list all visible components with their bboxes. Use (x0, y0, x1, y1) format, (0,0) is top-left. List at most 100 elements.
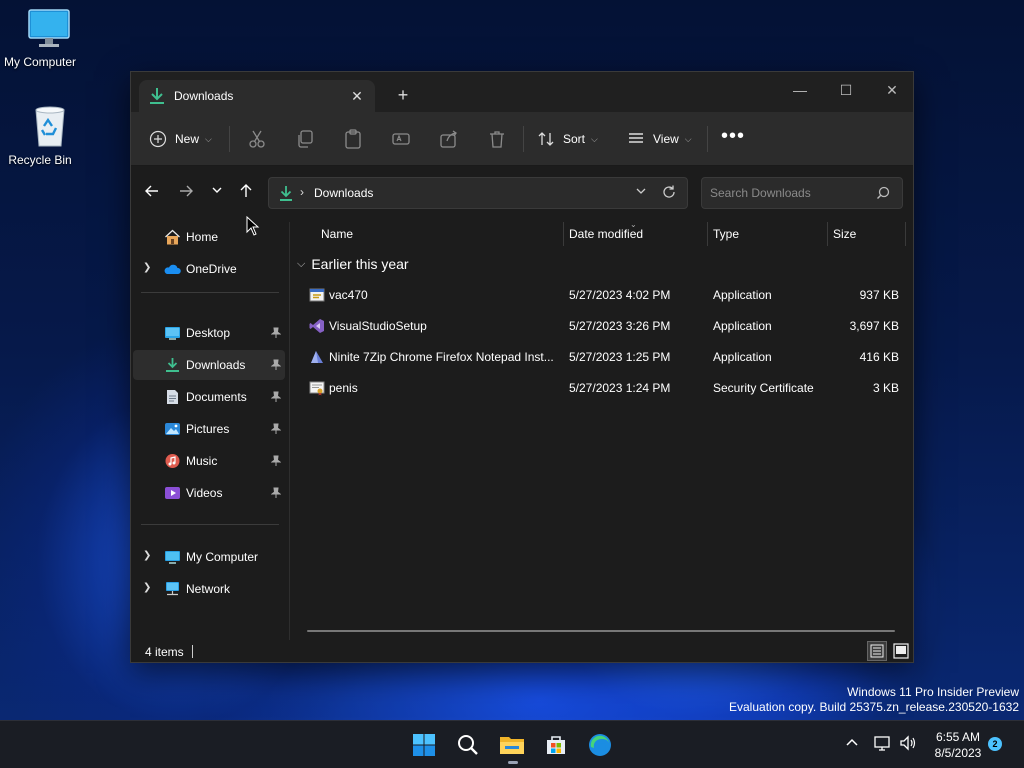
column-header-size[interactable]: Size (833, 227, 856, 241)
chevron-right-icon[interactable]: ❯ (143, 262, 151, 273)
details-view-button[interactable] (867, 641, 887, 661)
sidebar-item-music[interactable]: Music (133, 446, 285, 476)
file-row[interactable]: Ninite 7Zip Chrome Firefox Notepad Inst.… (305, 342, 905, 372)
start-button[interactable] (408, 729, 440, 761)
large-icons-view-button[interactable] (891, 641, 911, 661)
new-label: New (175, 132, 200, 146)
file-size: 3 KB (872, 381, 899, 395)
show-hidden-icons-button[interactable] (845, 735, 859, 752)
column-divider[interactable] (707, 222, 708, 246)
new-tab-button[interactable]: + (393, 85, 413, 105)
search-box[interactable] (701, 177, 903, 209)
share-icon[interactable] (439, 129, 459, 149)
tab-downloads[interactable]: Downloads ✕ (139, 80, 375, 112)
sidebar-item-network[interactable]: ❯ Network (133, 574, 285, 604)
documents-folder-icon (167, 390, 178, 404)
sidebar-item-downloads[interactable]: Downloads (133, 350, 285, 380)
pane-divider[interactable] (289, 222, 290, 640)
group-header[interactable]: ⌵ Earlier this year (297, 256, 409, 272)
sidebar-item-label: OneDrive (186, 262, 237, 276)
notification-badge[interactable]: 2 (988, 737, 1002, 751)
search-icon (458, 735, 478, 755)
recycle-bin-icon (35, 106, 65, 147)
taskbar-edge[interactable] (584, 729, 616, 761)
column-divider[interactable] (827, 222, 828, 246)
speaker-icon (900, 735, 916, 751)
edge-icon (589, 734, 611, 756)
network-status-button[interactable] (874, 734, 892, 755)
column-header-name[interactable]: Name (321, 227, 353, 241)
rename-icon[interactable] (391, 129, 411, 149)
file-date: 5/27/2023 1:25 PM (569, 350, 671, 364)
paste-icon[interactable] (343, 129, 363, 149)
volume-button[interactable] (899, 734, 917, 755)
search-input[interactable] (710, 184, 870, 202)
file-row[interactable]: vac470 5/27/2023 4:02 PM Application 937… (305, 280, 905, 310)
view-lines-icon (629, 133, 643, 143)
minimize-button[interactable]: — (777, 76, 823, 104)
sidebar-item-desktop[interactable]: Desktop (133, 318, 285, 348)
back-button[interactable] (140, 183, 164, 203)
breadcrumb-downloads[interactable]: Downloads (314, 186, 373, 200)
sidebar-divider (141, 292, 279, 293)
clock[interactable]: 6:55 AM 8/5/2023 (930, 729, 986, 761)
sidebar-item-label: Home (186, 230, 219, 244)
up-button[interactable] (234, 183, 258, 203)
sidebar-item-pictures[interactable]: Pictures (133, 414, 285, 444)
sort-button[interactable]: Sort ⌵ (537, 125, 598, 153)
tiles-view-icon (893, 643, 909, 659)
maximize-button[interactable]: ☐ (823, 76, 869, 104)
column-divider[interactable] (905, 222, 906, 246)
cut-icon[interactable] (247, 129, 267, 149)
desktop-icon-recycle-bin[interactable]: Recycle Bin (0, 104, 80, 167)
sidebar-item-my-computer[interactable]: ❯ My Computer (133, 542, 285, 572)
file-type: Application (713, 350, 772, 364)
toolbar-divider (523, 126, 524, 152)
desktop-icon-my-computer[interactable]: My Computer (0, 8, 80, 69)
file-type: Application (713, 319, 772, 333)
horizontal-scrollbar[interactable] (307, 630, 895, 632)
delete-icon[interactable] (487, 129, 507, 149)
refresh-button[interactable] (661, 184, 677, 203)
file-explorer-icon (500, 737, 524, 754)
taskbar-file-explorer[interactable] (496, 729, 528, 761)
breadcrumb-separator: › (300, 185, 304, 199)
column-header-date-modified[interactable]: Date modified (569, 227, 643, 241)
sort-arrows-icon (538, 132, 554, 146)
item-count: 4 items (145, 645, 184, 659)
forward-button[interactable] (174, 183, 198, 203)
sidebar-item-onedrive[interactable]: ❯ OneDrive (133, 254, 285, 284)
mouse-cursor-icon (246, 216, 260, 236)
close-tab-button[interactable]: ✕ (347, 86, 367, 106)
sidebar-item-documents[interactable]: Documents (133, 382, 285, 412)
music-folder-icon (165, 454, 180, 468)
view-button[interactable]: View ⌵ (627, 125, 692, 153)
column-header-type[interactable]: Type (713, 227, 739, 241)
address-bar[interactable]: › Downloads (268, 177, 688, 209)
taskbar-search-button[interactable] (452, 729, 484, 761)
chevron-down-icon: ⌵ (591, 133, 598, 144)
see-more-button[interactable]: ••• (721, 122, 745, 150)
copy-icon[interactable] (295, 129, 315, 149)
chevron-down-icon (636, 188, 646, 194)
file-row[interactable]: penis 5/27/2023 1:24 PM Security Certifi… (305, 373, 905, 403)
file-name: penis (329, 381, 358, 395)
file-name: vac470 (329, 288, 368, 302)
sidebar-item-videos[interactable]: Videos (133, 478, 285, 508)
refresh-icon (663, 185, 675, 198)
chevron-down-icon: ⌵ (684, 133, 692, 144)
column-divider[interactable] (563, 222, 564, 246)
navigation-bar: › Downloads (131, 166, 913, 222)
new-button[interactable]: New ⌵ (149, 125, 212, 153)
address-history-dropdown[interactable] (635, 185, 647, 200)
chevron-right-icon[interactable]: ❯ (143, 582, 151, 593)
pin-icon (271, 359, 281, 370)
status-bar: 4 items (131, 640, 913, 662)
close-window-button[interactable]: ✕ (869, 76, 913, 104)
taskbar-microsoft-store[interactable] (540, 729, 572, 761)
recent-locations-button[interactable] (205, 183, 229, 203)
chevron-right-icon[interactable]: ❯ (143, 550, 151, 561)
sidebar-item-home[interactable]: Home (133, 222, 285, 252)
sidebar-item-label: Network (186, 582, 231, 596)
file-row[interactable]: VisualStudioSetup 5/27/2023 3:26 PM Appl… (305, 311, 905, 341)
